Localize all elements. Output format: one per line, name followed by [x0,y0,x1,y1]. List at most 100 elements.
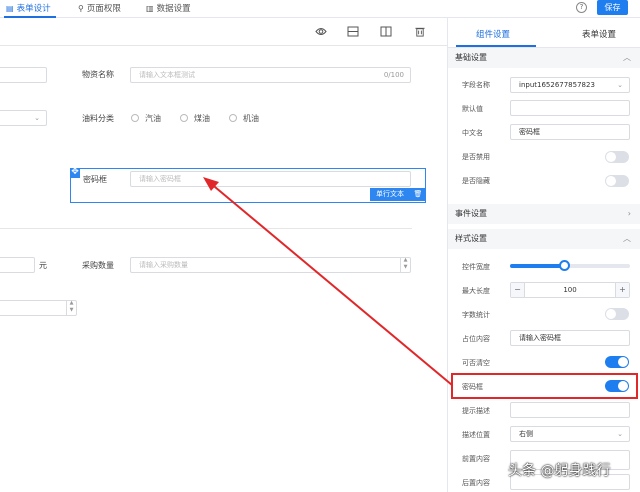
highlight-box [451,373,638,399]
form-canvas: 物资名称 请输入文本框测试 0/100 ⌄ 油料分类 汽油 煤油 机油 ✥ 密码… [0,18,447,492]
left-cut-select[interactable]: ⌄ [0,110,47,126]
max-length-label: 最大长度 [462,287,490,295]
save-button[interactable]: 保存 [597,0,628,15]
chart-icon: ▥ [146,4,154,13]
placeholder-input[interactable]: 请输入密码框 [510,330,630,346]
radio-gasoline-label: 汽油 [145,114,161,123]
split-vertical-icon[interactable] [380,26,392,37]
unit-yuan: 元 [39,261,47,270]
radio-engine-oil[interactable]: 机油 [229,113,259,124]
hidden-label: 是否隐藏 [462,177,490,185]
toggle-knob [606,309,616,319]
left-cut-number-input[interactable] [0,257,35,273]
field-name-select[interactable]: input1652677857823 ⌄ [510,77,630,93]
stepper-icon[interactable]: ▲ ▼ [66,300,76,316]
tab-form-design[interactable]: ▤ 表单设计 [6,2,51,16]
left-cut-number-input-2[interactable]: ▲ ▼ [0,300,77,316]
radio-engine-oil-label: 机油 [243,114,259,123]
width-slider[interactable] [510,260,630,271]
password-input[interactable]: 请输入密码框 [130,171,411,187]
max-length-value: 100 [563,286,577,294]
radio-circle [131,114,139,122]
section-divider [0,228,412,229]
settings-panel: 组件设置 表单设置 基础设置 ︿ 字段名称 input1652677857823… [447,18,640,492]
chevron-down-icon: ⌄ [617,81,623,89]
plus-button[interactable]: + [615,283,629,297]
radio-kerosene-label: 煤油 [194,114,210,123]
purchase-quantity-input[interactable]: 请输入采购数量 ▲ ▼ [130,257,411,273]
suffix-label: 后置内容 [462,479,490,487]
stepper-icon[interactable]: ▲ ▼ [400,257,410,273]
radio-kerosene[interactable]: 煤油 [180,113,210,124]
material-name-counter: 0/100 [383,71,404,79]
material-name-label: 物资名称 [82,70,114,79]
chevron-up-icon: ︿ [623,234,631,243]
basic-settings-header[interactable]: 基础设置 ︿ [448,48,640,68]
material-name-placeholder: 请输入文本框测试 [139,71,195,79]
hint-label: 提示描述 [462,407,490,415]
purchase-quantity-label: 采购数量 [82,261,114,270]
hidden-toggle[interactable] [605,175,629,187]
toggle-knob [606,176,616,186]
tab-page-permission[interactable]: ⚲ 页面权限 [78,2,121,16]
clearable-toggle[interactable] [605,356,629,368]
material-name-input[interactable]: 请输入文本框测试 0/100 [130,67,411,83]
move-handle-icon[interactable]: ✥ [70,168,80,178]
tab-form-design-label: 表单设计 [16,4,51,14]
event-settings-title: 事件设置 [455,209,487,218]
basic-settings-title: 基础设置 [455,53,487,62]
chevron-right-icon: › [627,209,631,218]
canvas-toolbar [0,18,447,46]
style-settings-header[interactable]: 样式设置 ︿ [448,229,640,249]
max-length-stepper[interactable]: − 100 + [510,282,630,298]
default-value-label: 默认值 [462,105,483,113]
password-placeholder: 请输入密码框 [139,175,181,183]
toggle-knob [618,357,628,367]
width-label: 控件宽度 [462,263,490,271]
document-icon: ▤ [6,4,14,13]
left-cut-input-1[interactable] [0,67,47,83]
chevron-up-icon: ︿ [623,53,631,62]
disabled-label: 是否禁用 [462,153,490,161]
event-settings-header[interactable]: 事件设置 › [448,204,640,224]
tab-form-settings[interactable]: 表单设置 [582,28,616,40]
field-name-label: 字段名称 [462,81,490,89]
hint-position-label: 描述位置 [462,431,490,439]
cn-name-value: 密码框 [519,128,540,136]
lock-icon: ⚲ [78,4,84,13]
field-type-badge: 单行文本 [370,188,410,201]
eye-icon[interactable] [315,26,327,37]
tab-page-permission-label: 页面权限 [86,4,121,14]
hint-position-select[interactable]: 右侧 ⌄ [510,426,630,442]
chevron-down-icon: ⌄ [617,430,623,438]
clearable-label: 可否清空 [462,359,490,367]
oil-category-label: 油料分类 [82,114,114,123]
style-settings-title: 样式设置 [455,234,487,243]
hint-position-value: 右侧 [519,430,533,438]
split-horizontal-icon[interactable] [347,26,359,37]
purchase-quantity-placeholder: 请输入采购数量 [139,261,188,269]
top-bar: ▤ 表单设计 ⚲ 页面权限 ▥ 数据设置 ? 保存 [0,0,640,18]
prefix-label: 前置内容 [462,455,490,463]
default-value-input[interactable] [510,100,630,116]
tab-data-settings[interactable]: ▥ 数据设置 [146,2,191,16]
field-name-value: input1652677857823 [519,81,595,89]
placeholder-label: 占位内容 [462,335,490,343]
tab-component-settings[interactable]: 组件设置 [476,28,510,40]
width-slider-fill [510,264,564,268]
placeholder-value: 请输入密码框 [519,334,561,342]
tab-data-settings-label: 数据设置 [156,4,191,14]
cn-name-label: 中文名 [462,129,483,137]
width-slider-handle[interactable] [559,260,570,271]
trash-icon[interactable] [414,26,426,37]
radio-circle [229,114,237,122]
radio-circle [180,114,188,122]
hint-input[interactable] [510,402,630,418]
help-icon[interactable]: ? [576,2,587,13]
word-count-toggle[interactable] [605,308,629,320]
disabled-toggle[interactable] [605,151,629,163]
minus-button[interactable]: − [511,283,525,297]
cn-name-input[interactable]: 密码框 [510,124,630,140]
radio-gasoline[interactable]: 汽油 [131,113,161,124]
delete-field-icon[interactable]: 🗑 [410,188,426,201]
